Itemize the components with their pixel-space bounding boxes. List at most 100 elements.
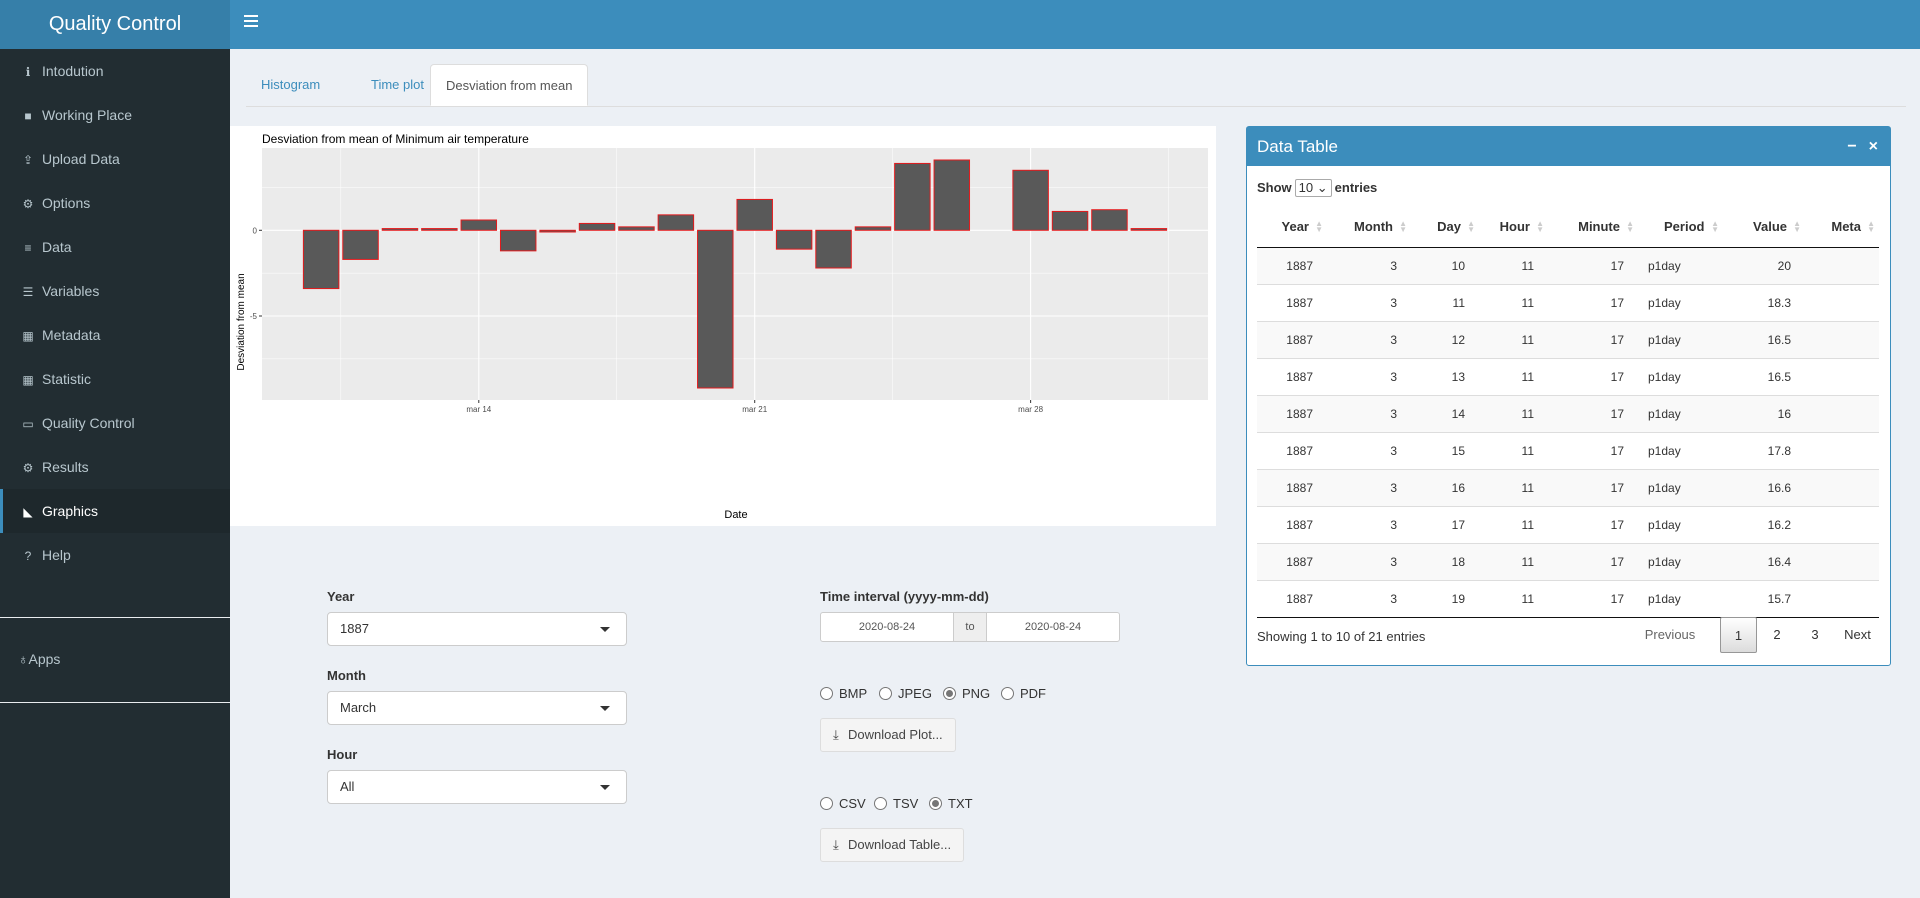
sidebar-item-data[interactable]: ≡ Data bbox=[0, 225, 230, 269]
sidebar-item-working-place[interactable]: ■ Working Place bbox=[0, 93, 230, 137]
next-page-button[interactable]: Next bbox=[1835, 617, 1880, 653]
sidebar-item-statistic[interactable]: ▦ Statistic bbox=[0, 357, 230, 401]
cell-value: 16.4 bbox=[1723, 542, 1805, 580]
radio-tsv[interactable]: TSV bbox=[874, 796, 918, 811]
close-icon[interactable]: × bbox=[1869, 138, 1878, 155]
table-row[interactable]: 1887 3 13 11 17 p1day 16.5 bbox=[1257, 357, 1879, 395]
cell-period: p1day bbox=[1638, 468, 1723, 506]
cell-hour: 11 bbox=[1479, 357, 1548, 395]
cell-minute: 17 bbox=[1548, 357, 1638, 395]
radio-csv[interactable]: CSV bbox=[820, 796, 866, 811]
page-button-1[interactable]: 1 bbox=[1720, 617, 1757, 653]
column-header-value[interactable]: Value ▲ ▼ bbox=[1723, 207, 1805, 248]
table-row[interactable]: 1887 3 19 11 17 p1day 15.7 bbox=[1257, 579, 1879, 618]
cell-year: 1887 bbox=[1257, 246, 1327, 284]
column-header-month[interactable]: Month ▲ ▼ bbox=[1327, 207, 1411, 248]
column-header-label: Meta bbox=[1831, 219, 1861, 235]
sidebar-item-options[interactable]: ⚙ Options bbox=[0, 181, 230, 225]
cell-day: 10 bbox=[1411, 246, 1479, 284]
download-plot-button[interactable]: ⤓ Download Plot... bbox=[820, 718, 956, 752]
download-table-button[interactable]: ⤓ Download Table... bbox=[820, 828, 965, 862]
month-select[interactable]: March bbox=[327, 691, 627, 725]
y-tick-label: 0 bbox=[253, 226, 258, 235]
cell-day: 19 bbox=[1411, 579, 1479, 618]
end-date-input[interactable]: 2020-08-24 bbox=[986, 612, 1120, 642]
cell-meta bbox=[1805, 246, 1879, 284]
table-row[interactable]: 1887 3 16 11 17 p1day 16.6 bbox=[1257, 468, 1879, 506]
column-header-meta[interactable]: Meta ▲ ▼ bbox=[1805, 207, 1879, 248]
radio-pdf[interactable]: PDF bbox=[1001, 686, 1046, 701]
column-header-hour[interactable]: Hour ▲ ▼ bbox=[1479, 207, 1548, 248]
sort-icon: ▲ ▼ bbox=[1626, 219, 1634, 234]
table-row[interactable]: 1887 3 11 11 17 p1day 18.3 bbox=[1257, 283, 1879, 321]
start-date-input[interactable]: 2020-08-24 bbox=[820, 612, 954, 642]
y-tick-label: -5 bbox=[250, 312, 258, 321]
date-range-separator: to bbox=[954, 612, 986, 642]
cell-day: 13 bbox=[1411, 357, 1479, 395]
radio-circle-checked bbox=[943, 687, 956, 700]
plot-panel bbox=[262, 148, 1208, 400]
caret-down-icon bbox=[600, 627, 610, 632]
hour-select[interactable]: All bbox=[327, 770, 627, 804]
cell-hour: 11 bbox=[1479, 431, 1548, 469]
table-row[interactable]: 1887 3 17 11 17 p1day 16.2 bbox=[1257, 505, 1879, 543]
sidebar-item-graphics[interactable]: ◣ Graphics bbox=[0, 489, 230, 533]
table-row[interactable]: 1887 3 18 11 17 p1day 16.4 bbox=[1257, 542, 1879, 580]
x-tick-label: mar 21 bbox=[742, 405, 767, 414]
cell-year: 1887 bbox=[1257, 579, 1327, 618]
tab-time-plot[interactable]: Time plot bbox=[356, 64, 439, 106]
question-icon: ? bbox=[24, 549, 32, 563]
time-interval-label: Time interval (yyyy-mm-dd) bbox=[820, 589, 989, 604]
radio-label: BMP bbox=[839, 686, 868, 701]
radio-jpeg[interactable]: JPEG bbox=[879, 686, 932, 701]
sidebar-item-upload-data[interactable]: ⇪ Upload Data bbox=[0, 137, 230, 181]
column-header-year[interactable]: Year ▲ ▼ bbox=[1257, 207, 1327, 248]
sidebar-item-help[interactable]: ? Help bbox=[0, 533, 230, 577]
page-button-3[interactable]: 3 bbox=[1799, 617, 1831, 653]
table-row[interactable]: 1887 3 14 11 17 p1day 16 bbox=[1257, 394, 1879, 432]
hour-label: Hour bbox=[327, 747, 358, 762]
page-button-2[interactable]: 2 bbox=[1761, 617, 1793, 653]
tab-desviation-from-mean[interactable]: Desviation from mean bbox=[430, 64, 589, 106]
sidebar-item-variables[interactable]: ☰ Variables bbox=[0, 269, 230, 313]
cell-value: 16.5 bbox=[1723, 357, 1805, 395]
sidebar-item-apps[interactable]: ♁Apps bbox=[18, 651, 60, 667]
sidebar-item-intodution[interactable]: ℹ Intodution bbox=[0, 49, 230, 93]
radio-txt[interactable]: TXT bbox=[929, 796, 973, 811]
cell-month: 3 bbox=[1327, 394, 1411, 432]
cell-period: p1day bbox=[1638, 283, 1723, 321]
column-header-minute[interactable]: Minute ▲ ▼ bbox=[1548, 207, 1638, 248]
previous-page-button[interactable]: Previous bbox=[1630, 617, 1710, 653]
column-header-day[interactable]: Day ▲ ▼ bbox=[1411, 207, 1479, 248]
table-row[interactable]: 1887 3 15 11 17 p1day 17.8 bbox=[1257, 431, 1879, 469]
column-header-label: Year bbox=[1281, 219, 1309, 235]
app-logo[interactable]: Quality Control bbox=[0, 0, 230, 49]
minimize-icon[interactable]: − bbox=[1847, 138, 1856, 155]
radio-bmp[interactable]: BMP bbox=[820, 686, 867, 701]
cell-year: 1887 bbox=[1257, 283, 1327, 321]
column-header-period[interactable]: Period ▲ ▼ bbox=[1638, 207, 1723, 248]
cell-value: 16 bbox=[1723, 394, 1805, 432]
chart-bar bbox=[854, 226, 892, 231]
cell-month: 3 bbox=[1327, 357, 1411, 395]
cell-period: p1day bbox=[1638, 505, 1723, 543]
tab-histogram[interactable]: Histogram bbox=[246, 64, 335, 106]
cell-month: 3 bbox=[1327, 579, 1411, 618]
cell-minute: 17 bbox=[1548, 468, 1638, 506]
length-select[interactable]: 10 ⌄ bbox=[1294, 179, 1332, 197]
chart-bar bbox=[1051, 210, 1089, 231]
sidebar-item-quality-control[interactable]: ▭ Quality Control bbox=[0, 401, 230, 445]
table-row[interactable]: 1887 3 12 11 17 p1day 16.5 bbox=[1257, 320, 1879, 358]
cell-hour: 11 bbox=[1479, 320, 1548, 358]
sidebar-item-results[interactable]: ⚙ Results bbox=[0, 445, 230, 489]
sidebar-item-metadata[interactable]: ▦ Metadata bbox=[0, 313, 230, 357]
upload-icon: ⇪ bbox=[22, 153, 34, 167]
cell-hour: 11 bbox=[1479, 468, 1548, 506]
sidebar-toggle-icon[interactable] bbox=[244, 15, 258, 27]
deviation-plot: mar 14 mar 21 mar 28 0 -5 Desviation from me… bbox=[230, 126, 1216, 526]
briefcase-icon: ■ bbox=[24, 109, 32, 123]
table-row[interactable]: 1887 3 10 11 17 p1day 20 bbox=[1257, 246, 1879, 284]
radio-png[interactable]: PNG bbox=[943, 686, 990, 701]
pagination: Previous 1 2 3 Next bbox=[1630, 617, 1880, 653]
year-select[interactable]: 1887 bbox=[327, 612, 627, 646]
